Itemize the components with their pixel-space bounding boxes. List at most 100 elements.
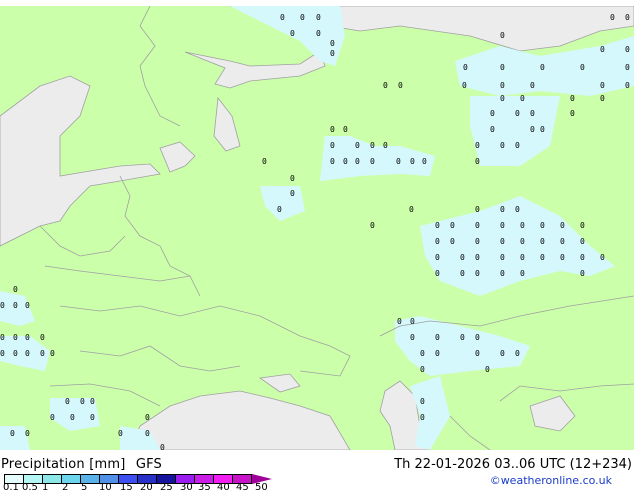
precip-marker: 0	[25, 333, 30, 342]
precip-marker: 0	[560, 221, 565, 230]
precip-marker: 0	[435, 221, 440, 230]
scale-label: 0.5	[22, 482, 38, 493]
precip-marker: 0	[422, 157, 427, 166]
precip-marker: 0	[475, 141, 480, 150]
precip-marker: 0	[410, 157, 415, 166]
precip-marker: 0	[462, 81, 467, 90]
precip-marker: 0	[262, 157, 267, 166]
precip-marker: 0	[580, 221, 585, 230]
precip-marker: 0	[290, 189, 295, 198]
precip-marker: 0	[475, 237, 480, 246]
precip-marker: 0	[409, 205, 414, 214]
precip-marker: 0	[90, 397, 95, 406]
precip-marker: 0	[580, 253, 585, 262]
scale-label: 2	[62, 482, 69, 493]
scale-label: 15	[120, 482, 133, 493]
scale-label: 45	[236, 482, 249, 493]
precip-marker: 0	[290, 29, 295, 38]
precip-marker: 0	[25, 429, 30, 438]
precip-marker: 0	[316, 29, 321, 38]
precip-marker: 0	[475, 269, 480, 278]
precip-marker: 0	[520, 94, 525, 103]
precip-marker: 0	[485, 365, 490, 374]
precip-marker: 0	[330, 39, 335, 48]
precip-marker: 0	[540, 125, 545, 134]
precip-marker: 0	[450, 237, 455, 246]
precip-marker: 0	[475, 157, 480, 166]
precip-marker: 0	[600, 45, 605, 54]
legend: Precipitation [mm] GFS Th 22-01-2026 03.…	[0, 450, 634, 493]
precip-marker: 0	[355, 141, 360, 150]
scale-label: 35	[198, 482, 211, 493]
precip-marker: 0	[570, 109, 575, 118]
precip-marker: 0	[0, 333, 5, 342]
credit-link[interactable]: ©weatheronline.co.uk	[490, 474, 612, 487]
precip-marker: 0	[520, 253, 525, 262]
precip-marker: 0	[10, 429, 15, 438]
precip-marker: 0	[383, 81, 388, 90]
precip-marker: 0	[410, 317, 415, 326]
precip-marker: 0	[396, 157, 401, 166]
precip-marker: 0	[370, 157, 375, 166]
precip-marker: 0	[600, 253, 605, 262]
precip-marker: 0	[600, 94, 605, 103]
precip-marker: 0	[500, 253, 505, 262]
scale-label: 40	[217, 482, 230, 493]
precip-marker: 0	[280, 13, 285, 22]
precip-marker: 0	[13, 301, 18, 310]
scale-label: 5	[81, 482, 88, 493]
precip-marker: 0	[435, 269, 440, 278]
valid-datetime: Th 22-01-2026 03..06 UTC (12+234)	[394, 457, 632, 472]
legend-variable: Precipitation [mm]	[1, 457, 126, 472]
precip-marker: 0	[343, 125, 348, 134]
precip-marker: 0	[13, 349, 18, 358]
precip-marker: 0	[625, 45, 630, 54]
precipitation-map: 0 0 0 0 0 0 0 0 0 0 0 0 0 0 0 0 0 0 0 0 0 0 0 0 0 0 0 0 0 0 0 0 0 0 0 0 0 0 0 0…	[0, 6, 634, 450]
precip-marker: 0	[500, 205, 505, 214]
precip-marker: 0	[625, 13, 630, 22]
precip-marker: 0	[420, 365, 425, 374]
precip-marker: 0	[90, 413, 95, 422]
precip-marker: 0	[540, 253, 545, 262]
precip-marker: 0	[520, 221, 525, 230]
precip-marker: 0	[40, 333, 45, 342]
precip-marker: 0	[316, 13, 321, 22]
precip-marker: 0	[420, 349, 425, 358]
precip-marker: 0	[580, 269, 585, 278]
precip-marker: 0	[560, 237, 565, 246]
precip-marker: 0	[500, 349, 505, 358]
precip-marker: 0	[580, 237, 585, 246]
precip-marker: 0	[500, 81, 505, 90]
scale-label: 0.1	[3, 482, 19, 493]
precip-marker: 0	[475, 205, 480, 214]
legend-title: Precipitation [mm] GFS	[1, 457, 168, 472]
precip-marker: 0	[397, 317, 402, 326]
precip-marker: 0	[520, 269, 525, 278]
precip-marker: 0	[540, 63, 545, 72]
precip-marker: 0	[13, 333, 18, 342]
precip-marker: 0	[290, 174, 295, 183]
precip-marker: 0	[118, 429, 123, 438]
precip-marker: 0	[560, 253, 565, 262]
precip-marker: 0	[515, 141, 520, 150]
precip-marker: 0	[0, 349, 5, 358]
precip-marker: 0	[435, 333, 440, 342]
precip-marker: 0	[383, 141, 388, 150]
precip-marker: 0	[13, 285, 18, 294]
precip-marker: 0	[330, 125, 335, 134]
precip-marker: 0	[500, 269, 505, 278]
precip-marker: 0	[475, 253, 480, 262]
precip-marker: 0	[435, 349, 440, 358]
precip-marker: 0	[570, 94, 575, 103]
precip-marker: 0	[435, 253, 440, 262]
precip-marker: 0	[70, 413, 75, 422]
precip-marker: 0	[370, 141, 375, 150]
precip-marker: 0	[463, 63, 468, 72]
precip-marker: 0	[145, 429, 150, 438]
precip-marker: 0	[50, 413, 55, 422]
scale-label: 50	[255, 482, 268, 493]
scale-label: 20	[140, 482, 153, 493]
scale-label: 25	[160, 482, 173, 493]
precip-marker: 0	[460, 269, 465, 278]
precip-marker: 0	[530, 109, 535, 118]
